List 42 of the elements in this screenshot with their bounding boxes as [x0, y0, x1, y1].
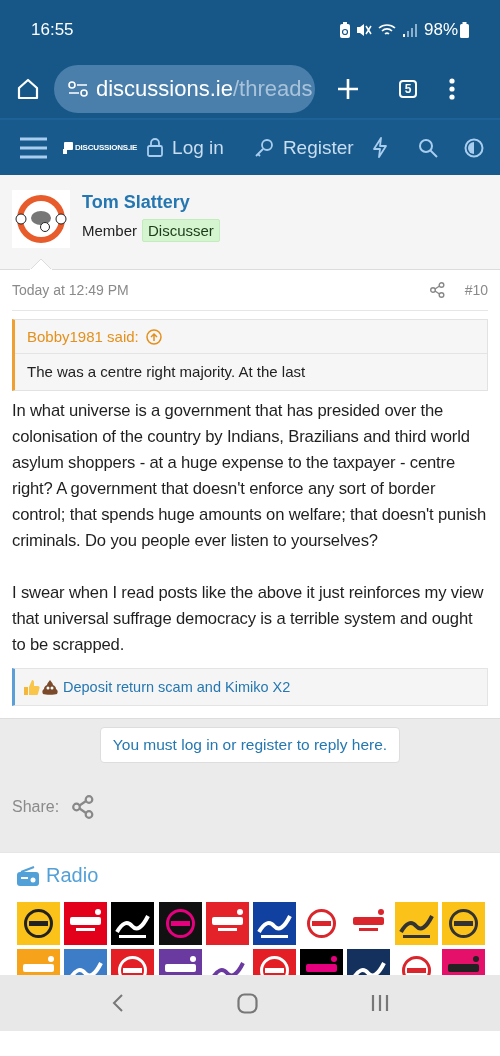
post-paragraph: I swear when I read posts like the above it just reinforces my view that universal suffrage democracy is a terrible system and ought to be scrapped. — [12, 582, 485, 656]
radio-icon — [17, 865, 39, 886]
battery-saver-icon — [339, 22, 350, 38]
user-banner: Discusser — [142, 219, 220, 242]
lock-icon — [147, 138, 164, 157]
share-label: Share: — [12, 798, 60, 816]
mute-icon — [355, 23, 372, 37]
search-icon[interactable] — [418, 137, 438, 158]
register-link[interactable]: Register — [253, 136, 354, 159]
author-name[interactable]: Tom Slattery — [82, 192, 220, 213]
login-to-reply-button[interactable]: You must log in or register to reply here. — [99, 727, 401, 763]
recent-apps-icon[interactable] — [370, 994, 389, 1012]
battery-icon — [460, 22, 469, 38]
signal-icon — [401, 23, 418, 37]
quote-text: The was a centre right majority. At the last — [26, 362, 307, 382]
share-icon[interactable] — [72, 795, 95, 819]
home-icon[interactable] — [236, 992, 258, 1014]
site-settings-icon[interactable] — [68, 81, 88, 97]
thumbs-up-icon — [23, 678, 40, 696]
plus-icon[interactable] — [337, 78, 359, 100]
address-bar[interactable]: discussions.ie/threads — [54, 65, 315, 113]
clock-time: 16:55 — [31, 20, 75, 40]
back-icon[interactable] — [111, 993, 124, 1013]
more-icon[interactable] — [449, 78, 455, 100]
share-icon[interactable] — [429, 282, 445, 298]
user-title: Member — [82, 222, 137, 239]
post-number[interactable]: #10 — [464, 282, 488, 298]
post-paragraph: In what universe is a government that has presided over the colonisation of the country by Indians, Brazilians and third world asylum shoppers - at a huge expense to the taxpayer - centre right? A government that doesn't enforce any sort of border control; that spends huge amounts on welfare; that doesn't punish criminals. Do you people ever listen to yourselves? — [12, 400, 488, 552]
section-title: Radio — [46, 864, 99, 887]
contrast-icon[interactable] — [464, 137, 484, 158]
key-icon — [253, 137, 274, 158]
quote-author[interactable]: Bobby1981 said: — [27, 328, 139, 345]
battery-percentage: 98% — [423, 20, 458, 40]
tab-count-button[interactable]: 5 — [399, 80, 417, 98]
pile-icon — [41, 678, 59, 696]
post-date[interactable]: Today at 12:49 PM — [12, 282, 430, 298]
wifi-icon — [377, 23, 396, 37]
site-logo[interactable]: DISCUSSIONS.IE — [75, 143, 138, 152]
menu-icon[interactable] — [20, 136, 47, 159]
login-link[interactable]: Log in — [147, 136, 224, 159]
lightning-icon[interactable] — [372, 137, 388, 158]
logo-icon — [63, 141, 73, 154]
